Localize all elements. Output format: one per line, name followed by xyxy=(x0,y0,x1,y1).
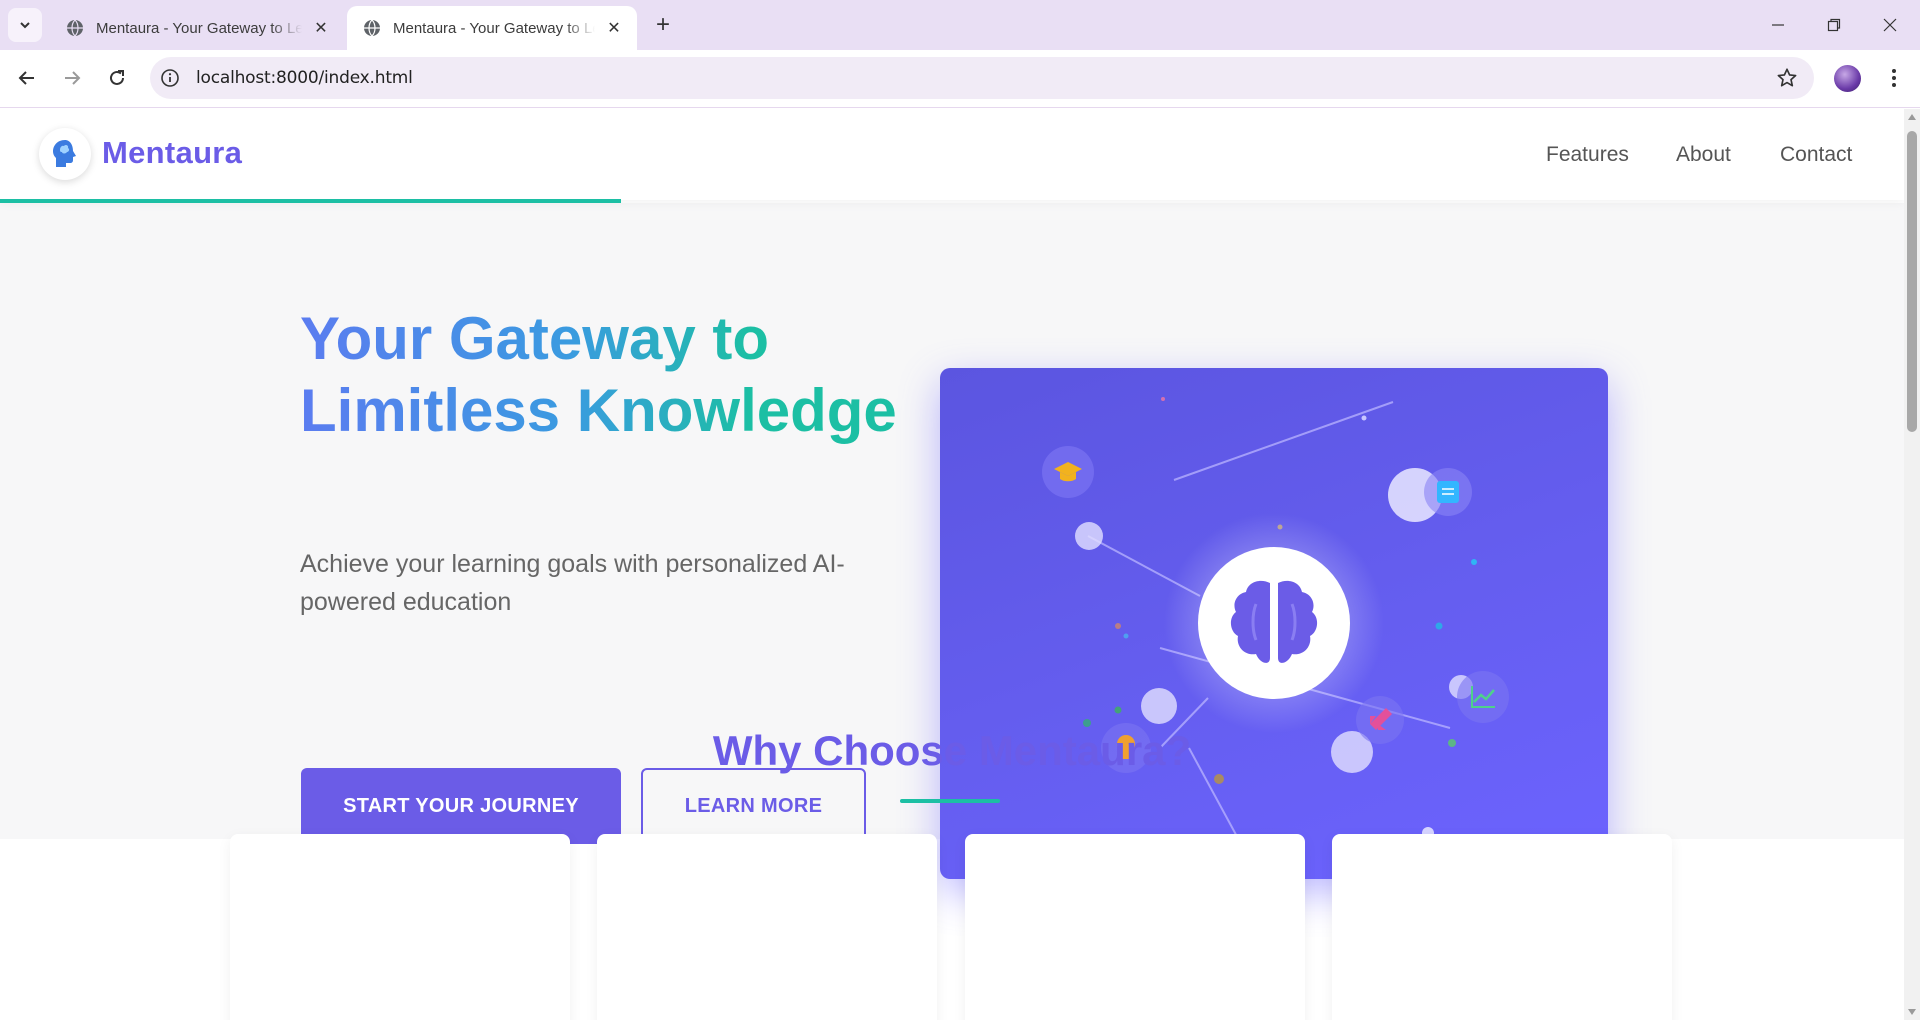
browser-toolbar: localhost:8000/index.html xyxy=(0,50,1920,108)
graduation-cap-icon xyxy=(1042,446,1094,498)
scroll-down-icon[interactable] xyxy=(1908,1009,1916,1015)
url-text[interactable]: localhost:8000/index.html xyxy=(196,68,413,88)
restore-icon[interactable] xyxy=(1806,0,1862,50)
globe-icon xyxy=(364,19,380,37)
book-icon xyxy=(1424,468,1472,516)
profile-avatar[interactable] xyxy=(1834,65,1861,92)
browser-tab-1[interactable]: Mentaura - Your Gateway to Learning ✕ xyxy=(50,6,344,50)
feature-card[interactable] xyxy=(965,834,1305,1020)
feature-card[interactable] xyxy=(597,834,937,1020)
reload-icon[interactable] xyxy=(99,60,135,96)
forward-icon[interactable] xyxy=(54,60,90,96)
close-icon[interactable]: ✕ xyxy=(310,17,332,39)
hero-subtitle: Achieve your learning goals with persona… xyxy=(300,550,845,616)
window-close-icon[interactable] xyxy=(1862,0,1918,50)
brain-icon xyxy=(1164,513,1384,733)
minimize-icon[interactable] xyxy=(1750,0,1806,50)
hero-illustration xyxy=(940,368,1608,879)
tab-title: Mentaura - Your Gateway to Learning xyxy=(393,19,595,37)
hero-title: Your Gateway to Limitless Knowledge xyxy=(300,303,900,447)
nav-link-about[interactable]: About xyxy=(1676,143,1731,167)
tab-title: Mentaura - Your Gateway to Learning xyxy=(96,19,302,37)
page-scrollbar[interactable] xyxy=(1904,109,1920,1020)
info-icon[interactable] xyxy=(160,68,180,88)
scroll-progress-bar xyxy=(0,199,1904,203)
scroll-up-icon[interactable] xyxy=(1908,114,1916,120)
tab-list-button[interactable] xyxy=(8,8,42,42)
chevron-down-icon xyxy=(20,22,30,29)
plus-icon[interactable]: + xyxy=(648,10,678,40)
star-icon[interactable] xyxy=(1776,67,1798,89)
feature-card[interactable] xyxy=(230,834,570,1020)
learn-more-button[interactable]: LEARN MORE xyxy=(641,768,866,844)
feature-card[interactable] xyxy=(1332,834,1672,1020)
brain-head-icon xyxy=(53,140,76,167)
page-viewport: Mentaura Features About Contact Your Gat… xyxy=(0,109,1904,1020)
start-journey-button[interactable]: START YOUR JOURNEY xyxy=(301,768,621,844)
chart-icon xyxy=(1457,671,1509,723)
nav-link-features[interactable]: Features xyxy=(1546,143,1629,167)
close-icon[interactable]: ✕ xyxy=(603,17,625,39)
address-bar[interactable]: localhost:8000/index.html xyxy=(150,57,1814,99)
browser-tab-strip: Mentaura - Your Gateway to Learning ✕ Me… xyxy=(0,0,1920,50)
globe-icon xyxy=(67,19,83,37)
site-header: Mentaura Features About Contact xyxy=(0,109,1904,203)
logo[interactable] xyxy=(39,128,91,180)
scroll-progress-fill xyxy=(0,199,621,203)
features-title-underline xyxy=(900,799,1000,803)
scroll-thumb[interactable] xyxy=(1907,131,1917,432)
browser-tab-2[interactable]: Mentaura - Your Gateway to Learning ✕ xyxy=(347,6,637,50)
nav-link-contact[interactable]: Contact xyxy=(1780,143,1852,167)
features-title: Why Choose Mentaura? xyxy=(712,727,1192,774)
back-icon[interactable] xyxy=(9,60,45,96)
brand-name[interactable]: Mentaura xyxy=(102,135,242,171)
menu-dots-icon[interactable] xyxy=(1880,64,1908,92)
